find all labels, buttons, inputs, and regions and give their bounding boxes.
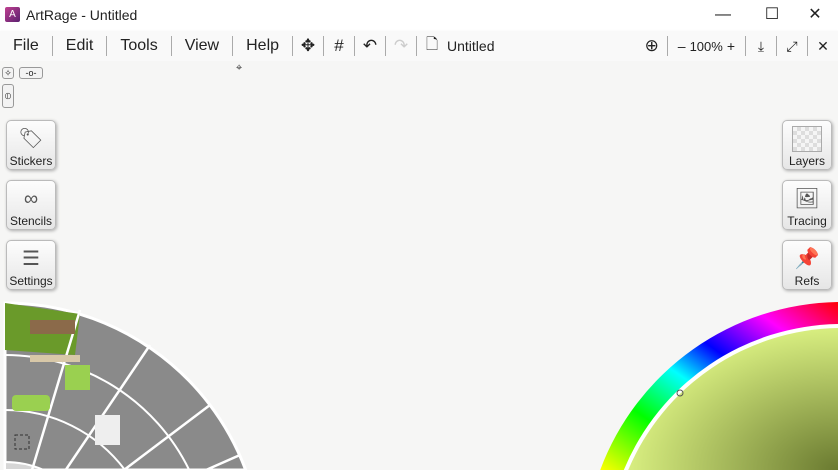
pencil-icon: [30, 355, 80, 362]
redo-icon[interactable]: ↷: [386, 36, 416, 56]
minimize-button[interactable]: —: [700, 4, 746, 28]
sticker-icon: 🏷: [18, 128, 44, 150]
menu-edit[interactable]: Edit: [53, 31, 107, 61]
document-icon: 🗋: [425, 35, 439, 53]
stencil-icon: ∞: [23, 188, 39, 210]
glue-tube-icon: [95, 415, 120, 445]
close-toolbar-icon[interactable]: ✕: [808, 38, 838, 55]
stickers-button[interactable]: 🏷 Stickers: [6, 120, 56, 170]
tool-picker-wheel[interactable]: [0, 295, 260, 470]
rotate-canvas-icon[interactable]: ⊕: [637, 36, 667, 56]
tracing-button[interactable]: 🖼 Tracing: [782, 180, 832, 230]
fullscreen-icon[interactable]: ⤢: [777, 38, 807, 55]
pin-icon[interactable]: ✧: [2, 67, 14, 79]
menu-view[interactable]: View: [172, 31, 232, 61]
layers-button[interactable]: Layers: [782, 120, 832, 170]
close-button[interactable]: ✕: [792, 4, 838, 28]
move-canvas-icon[interactable]: ✥: [293, 36, 323, 56]
refs-button[interactable]: 📌 Refs: [782, 240, 832, 290]
zoom-in-button[interactable]: +: [723, 38, 745, 54]
color-picker-wheel[interactable]: [590, 295, 838, 470]
menu-bar: File Edit Tools View Help ✥ # ↶ ↷ 🗋 Unti…: [0, 31, 838, 61]
menu-tools[interactable]: Tools: [107, 31, 170, 61]
tracing-icon: 🖼: [794, 188, 820, 210]
layer-thumbnail-icon: [792, 126, 822, 152]
stencils-button[interactable]: ∞ Stencils: [6, 180, 56, 230]
vertical-slider-icon[interactable]: ⦶: [2, 84, 14, 108]
horizontal-slider-icon[interactable]: -o-: [19, 67, 43, 79]
crosshair-cursor-icon: ⌖: [236, 62, 243, 74]
artrage-app-icon: A: [5, 7, 20, 22]
title-bar: A ArtRage - Untitled — ☐ ✕: [0, 0, 838, 31]
eraser-icon: [12, 395, 50, 411]
menu-file[interactable]: File: [0, 31, 52, 61]
window-title: ArtRage - Untitled: [26, 7, 138, 23]
oil-brush-icon: [30, 320, 75, 334]
download-icon[interactable]: ⤓: [746, 38, 776, 55]
grid-icon[interactable]: #: [324, 36, 354, 56]
menu-help[interactable]: Help: [233, 31, 292, 61]
sliders-icon: ☰: [22, 248, 40, 270]
document-name[interactable]: Untitled: [447, 38, 494, 54]
pin-note-icon: 📌: [794, 248, 820, 270]
undo-icon[interactable]: ↶: [355, 36, 385, 56]
settings-button[interactable]: ☰ Settings: [6, 240, 56, 290]
zoom-level[interactable]: 100%: [690, 39, 723, 54]
zoom-out-button[interactable]: –: [668, 38, 690, 54]
paint-roller-icon: [65, 365, 90, 390]
maximize-button[interactable]: ☐: [749, 4, 795, 28]
